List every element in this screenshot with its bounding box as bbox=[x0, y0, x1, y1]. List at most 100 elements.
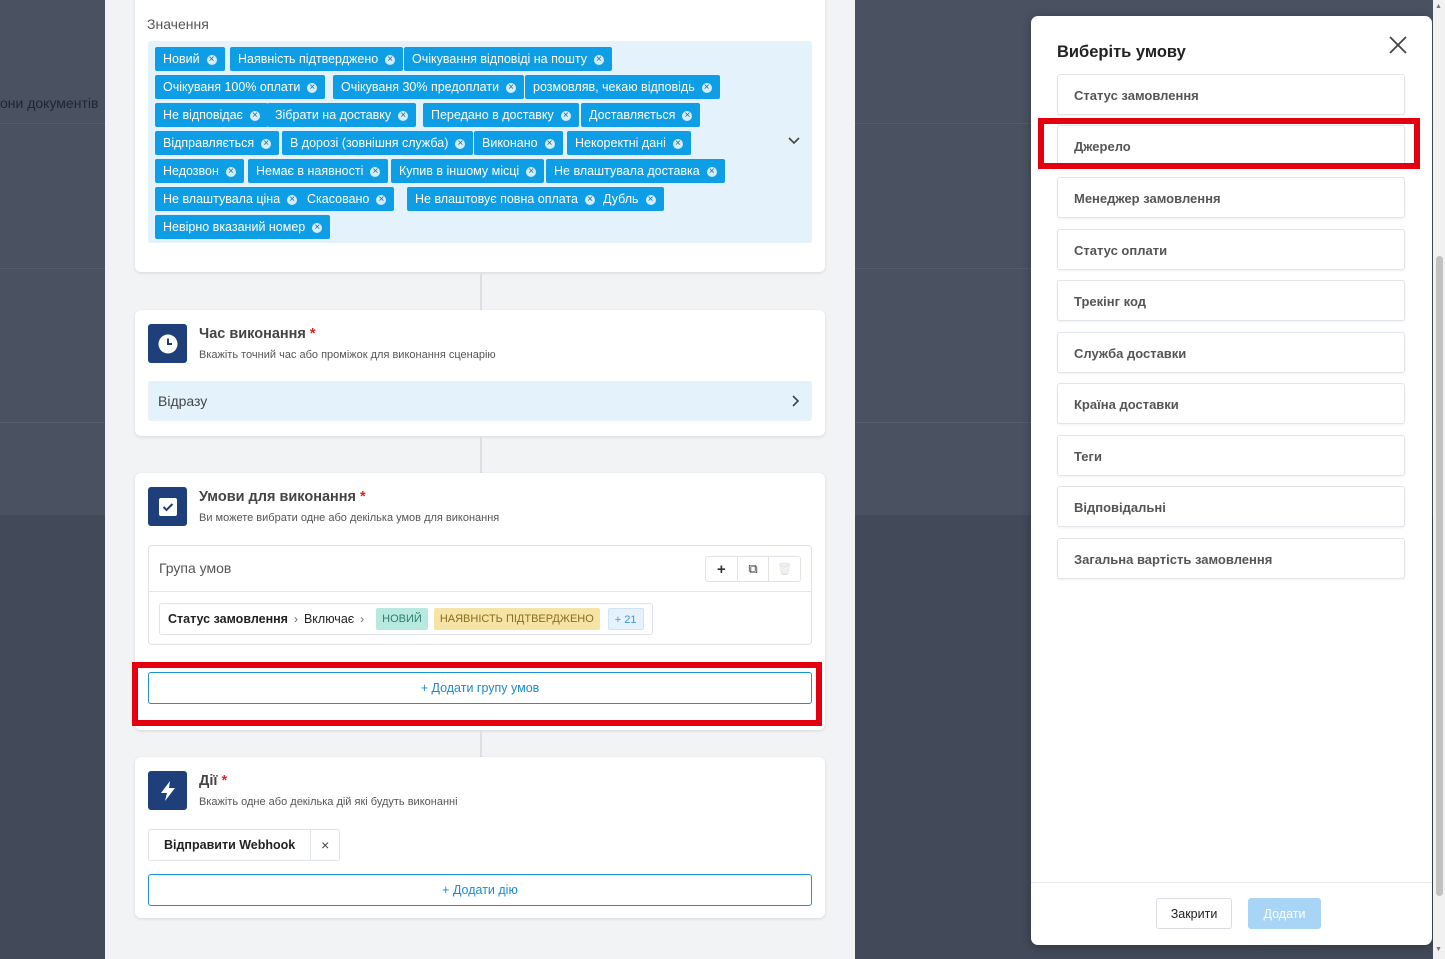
remove-tag-icon[interactable]: × bbox=[370, 166, 381, 177]
values-label: Значення bbox=[147, 16, 209, 32]
lightning-icon bbox=[148, 771, 187, 810]
more-values-badge[interactable]: + 21 bbox=[607, 608, 644, 630]
remove-tag-icon[interactable]: × bbox=[526, 166, 537, 177]
value-tag: Не влаштовує повна оплата × bbox=[407, 187, 604, 211]
chevron-right-icon: › bbox=[360, 612, 365, 626]
value-tag: Некоректні дані × bbox=[567, 131, 691, 155]
value-tag: Недозвон × bbox=[155, 159, 244, 183]
remove-tag-icon[interactable]: × bbox=[225, 166, 236, 177]
value-tag-label: Виконано bbox=[482, 136, 538, 150]
scenario-editor: Значення Новий × Наявність підтверджено × Оч… bbox=[105, 0, 855, 959]
remove-tag-icon[interactable]: × bbox=[506, 82, 517, 93]
scrollbar-thumb[interactable] bbox=[1436, 256, 1443, 896]
value-tag-label: Не влаштовує повна оплата bbox=[415, 192, 579, 206]
condition-option-label: Відповідальні bbox=[1074, 500, 1166, 515]
remove-tag-icon[interactable]: × bbox=[560, 110, 571, 121]
add-condition-button[interactable]: + bbox=[706, 557, 738, 581]
remove-tag-icon[interactable]: × bbox=[261, 138, 272, 149]
condition-option-label: Теги bbox=[1074, 449, 1102, 464]
condition-group-header: Група умов + ⧉ 🗑 bbox=[149, 546, 811, 592]
value-tag: Очікуваня 30% предоплати × bbox=[333, 75, 525, 99]
condition-option[interactable]: Країна доставки bbox=[1057, 383, 1405, 424]
time-title: Час виконання * bbox=[199, 326, 316, 342]
value-tag-label: Некоректні дані bbox=[575, 136, 666, 150]
remove-tag-icon[interactable]: × bbox=[385, 54, 396, 65]
copy-group-button[interactable]: ⧉ bbox=[738, 557, 770, 581]
remove-tag-icon[interactable]: × bbox=[645, 194, 656, 205]
value-tag-label: Не влаштувала ціна bbox=[163, 192, 281, 206]
value-tag-label: Передано в доставку bbox=[431, 108, 554, 122]
condition-option[interactable]: Загальна вартість замовлення bbox=[1057, 538, 1405, 579]
condition-row[interactable]: Статус замовлення › Включає › НОВИЙ НАЯВ… bbox=[159, 603, 653, 635]
value-tag-label: Не влаштувала доставка bbox=[554, 164, 700, 178]
value-tag: Не влаштувала ціна × bbox=[155, 187, 306, 211]
remove-tag-icon[interactable]: × bbox=[287, 194, 298, 205]
page-scrollbar[interactable]: ▲ ▼ bbox=[1433, 0, 1445, 959]
scroll-up-icon[interactable]: ▲ bbox=[1435, 3, 1442, 10]
value-tag: Зібрати на доставку × bbox=[267, 103, 417, 127]
checkbox-icon bbox=[148, 487, 187, 526]
remove-tag-icon[interactable]: × bbox=[455, 138, 466, 149]
condition-option[interactable]: Відповідальні bbox=[1057, 486, 1405, 527]
values-card: Значення Новий × Наявність підтверджено × Оч… bbox=[135, 0, 825, 272]
remove-tag-icon[interactable]: × bbox=[682, 110, 693, 121]
condition-option[interactable]: Статус оплати bbox=[1057, 229, 1405, 270]
background-partial-text: они документів bbox=[0, 95, 99, 111]
action-chip: Відправити Webhook × bbox=[148, 829, 341, 861]
condition-option-label: Статус замовлення bbox=[1074, 88, 1199, 103]
remove-tag-icon[interactable]: × bbox=[206, 54, 217, 65]
actions-card: Дії * Вкажіть одне або декілька дій які б… bbox=[135, 757, 825, 918]
flow-connector bbox=[480, 436, 482, 473]
value-tag-label: Відправляється bbox=[163, 136, 255, 150]
value-tag-label: Очікуваня 100% оплати bbox=[163, 80, 301, 94]
time-value: Відразу bbox=[158, 393, 208, 409]
add-action-button[interactable]: + Додати дію bbox=[148, 874, 812, 906]
remove-tag-icon[interactable]: × bbox=[307, 82, 318, 93]
remove-tag-icon[interactable]: × bbox=[593, 54, 604, 65]
remove-tag-icon[interactable]: × bbox=[249, 110, 260, 121]
conditions-title: Умови для виконання * bbox=[199, 489, 366, 505]
remove-tag-icon[interactable]: × bbox=[585, 194, 596, 205]
remove-tag-icon[interactable]: × bbox=[706, 166, 717, 177]
value-tag-label: розмовляв, чекаю відповідь bbox=[533, 80, 695, 94]
dialog-add-button[interactable]: Додати bbox=[1248, 898, 1321, 929]
time-card: Час виконання * Вкажіть точний час або пр… bbox=[135, 310, 825, 436]
condition-option[interactable]: Служба доставки bbox=[1057, 332, 1405, 373]
dialog-close-button[interactable]: Закрити bbox=[1156, 898, 1232, 929]
value-tag-label: Скасовано bbox=[307, 192, 370, 206]
scroll-down-icon[interactable]: ▼ bbox=[1435, 946, 1442, 953]
condition-group-toolbar: + ⧉ 🗑 bbox=[705, 556, 801, 582]
value-tag-label: Очікуваня 30% предоплати bbox=[341, 80, 500, 94]
value-tag-label: Дубль bbox=[603, 192, 639, 206]
delete-group-button[interactable]: 🗑 bbox=[769, 557, 800, 581]
value-tag: Не відповідає × bbox=[155, 103, 268, 127]
remove-tag-icon[interactable]: × bbox=[701, 82, 712, 93]
value-tag: Невірно вказаний номер × bbox=[155, 215, 331, 239]
chevron-down-icon[interactable] bbox=[787, 136, 801, 146]
values-multiselect[interactable]: Новий × Наявність підтверджено × Очікування … bbox=[148, 41, 812, 243]
value-tag-label: Невірно вказаний номер bbox=[163, 220, 306, 234]
close-icon[interactable] bbox=[1388, 35, 1408, 55]
remove-tag-icon[interactable]: × bbox=[672, 138, 683, 149]
value-tag-label: Доставляється bbox=[589, 108, 676, 122]
condition-operator: Включає bbox=[303, 612, 355, 626]
remove-tag-icon[interactable]: × bbox=[376, 194, 387, 205]
condition-option[interactable]: Трекінг код bbox=[1057, 280, 1405, 321]
remove-tag-icon[interactable]: × bbox=[398, 110, 409, 121]
remove-tag-icon[interactable]: × bbox=[312, 222, 323, 233]
condition-group: Група умов + ⧉ 🗑 Статус замовлення › Вкл… bbox=[148, 545, 812, 645]
trash-icon: 🗑 bbox=[777, 562, 793, 576]
condition-option[interactable]: Менеджер замовлення bbox=[1057, 177, 1405, 218]
value-tag-label: Немає в наявності bbox=[256, 164, 364, 178]
action-webhook-label[interactable]: Відправити Webhook bbox=[149, 830, 312, 860]
chevron-right-icon: › bbox=[293, 612, 298, 626]
actions-title: Дії * bbox=[199, 773, 228, 789]
condition-option[interactable]: Статус замовлення bbox=[1057, 74, 1405, 115]
dialog-footer-divider bbox=[1031, 882, 1432, 883]
value-tag: Скасовано × bbox=[299, 187, 395, 211]
remove-action-icon[interactable]: × bbox=[311, 830, 339, 860]
time-selector[interactable]: Відразу bbox=[148, 381, 812, 421]
value-tag: Виконано × bbox=[474, 131, 563, 155]
remove-tag-icon[interactable]: × bbox=[544, 138, 555, 149]
condition-option[interactable]: Теги bbox=[1057, 435, 1405, 476]
